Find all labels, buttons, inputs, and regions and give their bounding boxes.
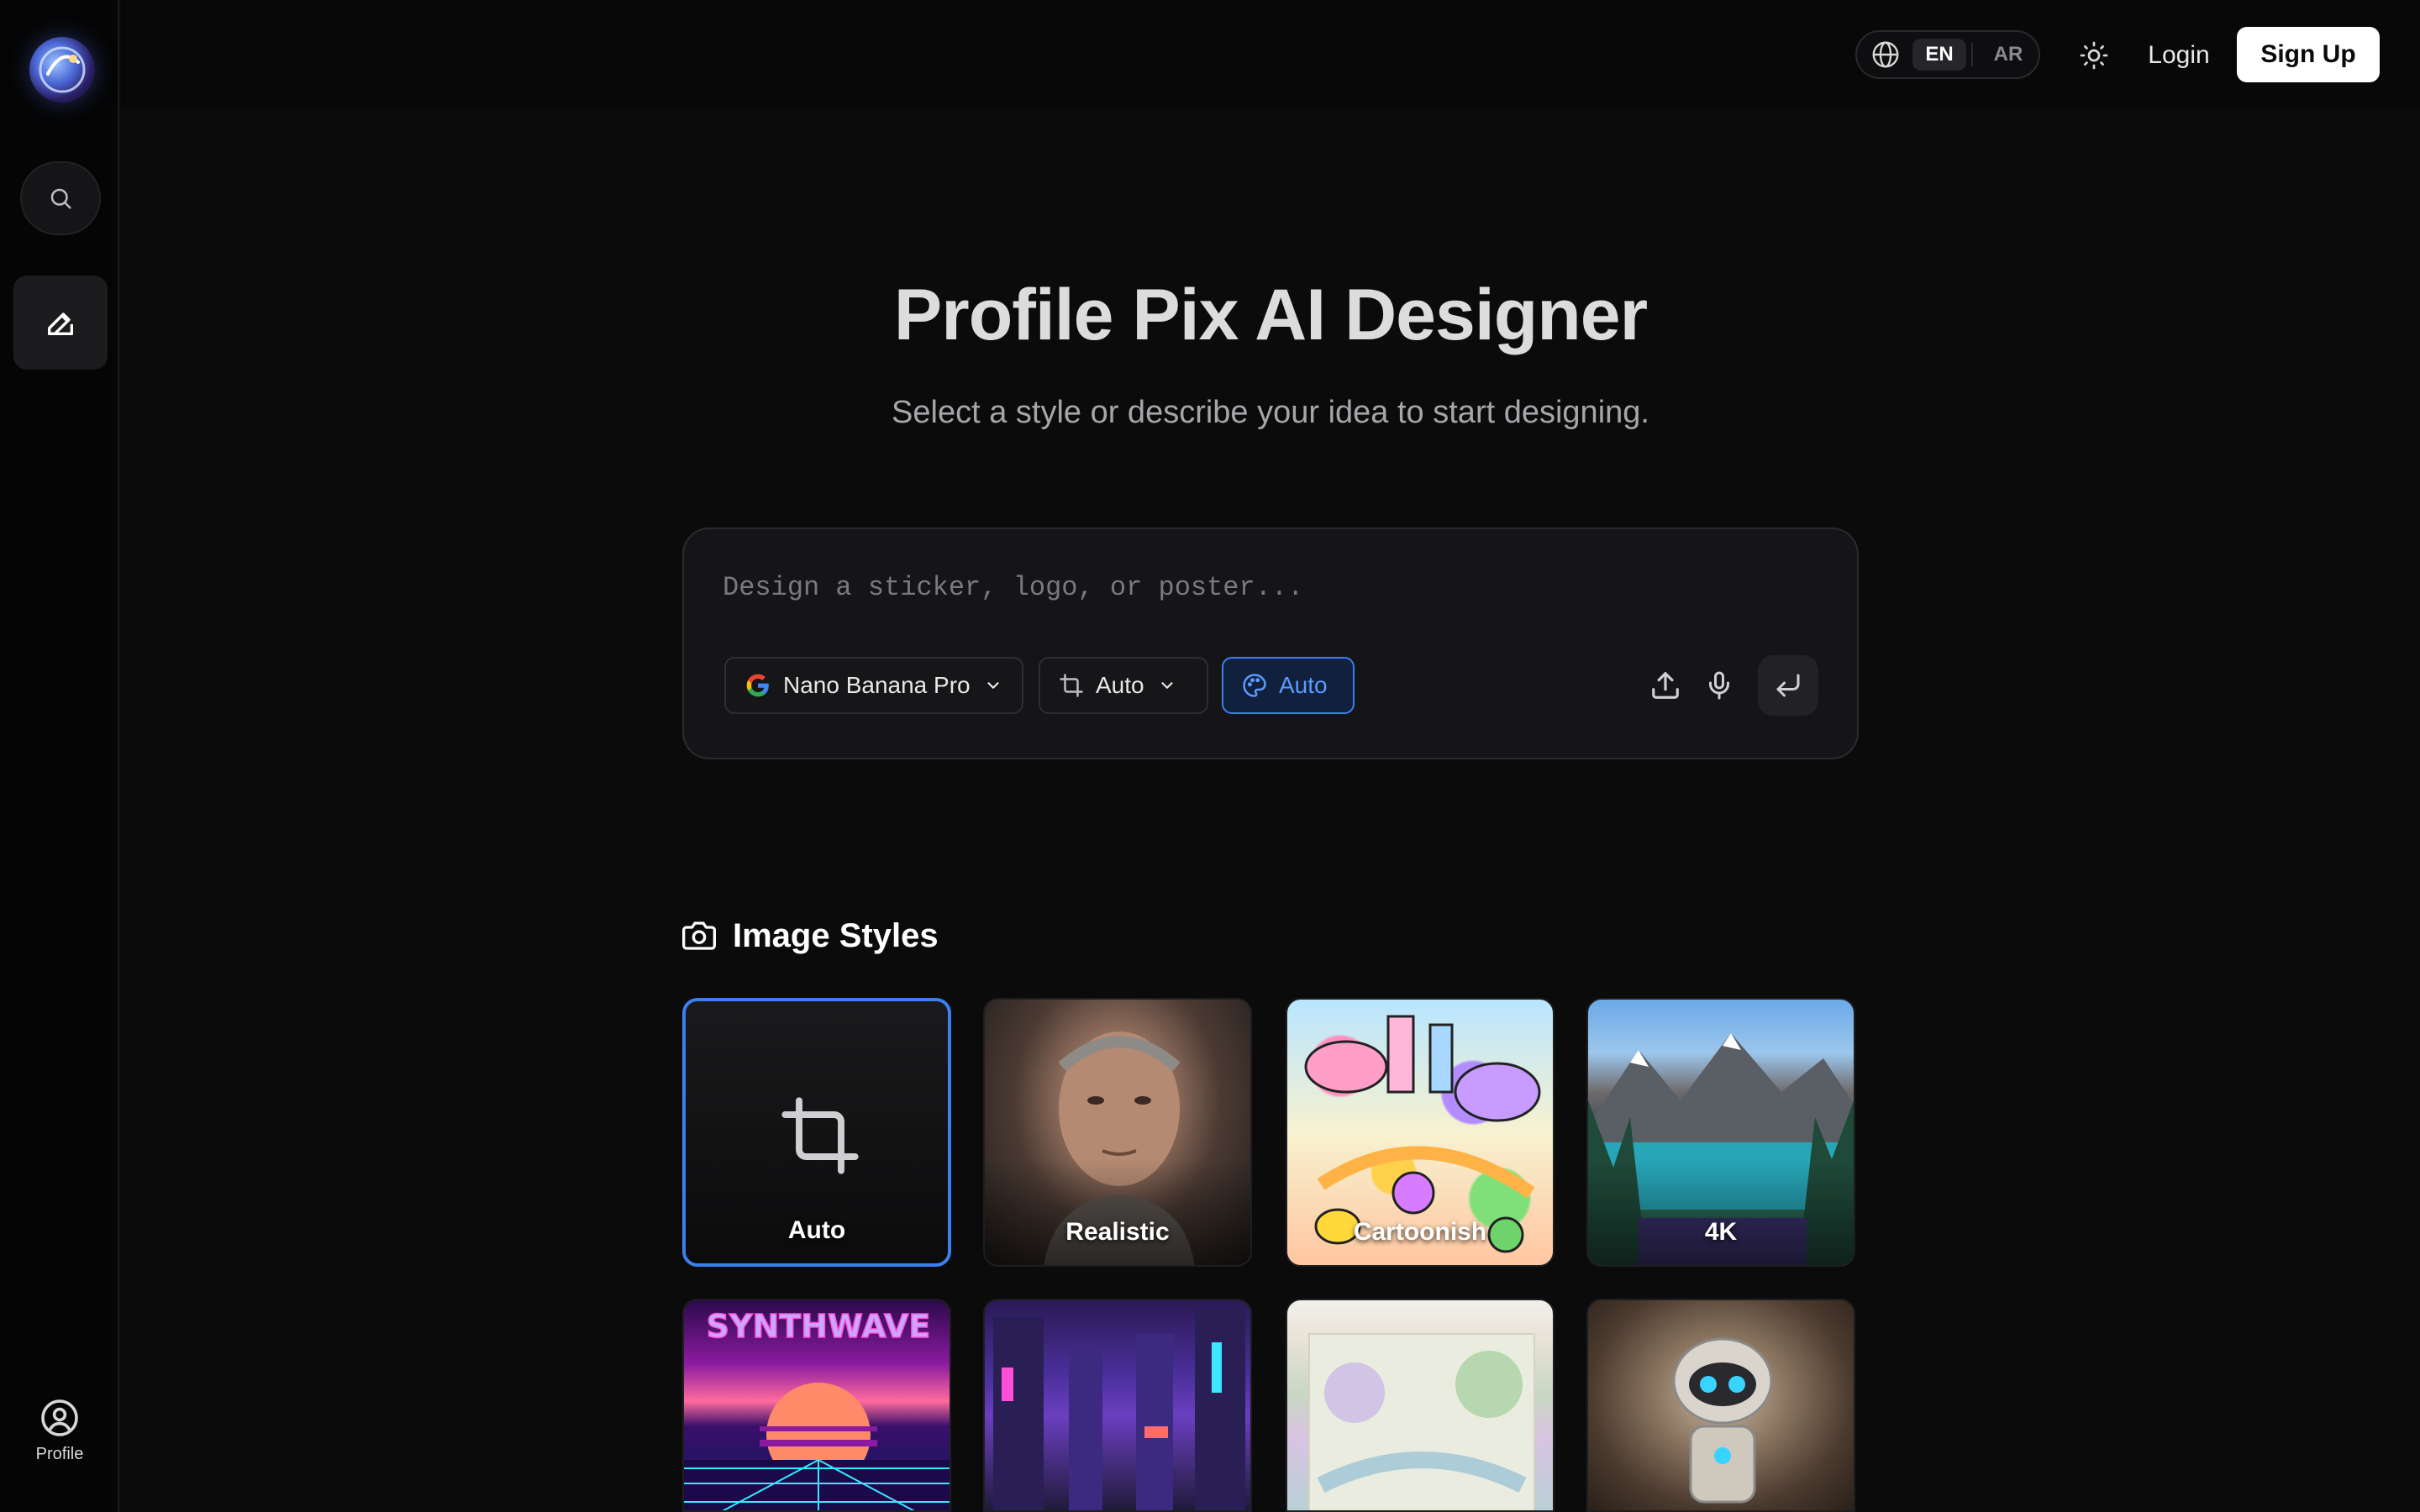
- style-card-auto[interactable]: Auto: [682, 998, 951, 1267]
- lang-option-en[interactable]: EN: [1912, 39, 1966, 71]
- upload-icon: [1652, 672, 1679, 699]
- crop-icon: [781, 1097, 859, 1174]
- sun-icon: [2080, 41, 2108, 70]
- style-card-cyberpunk-city[interactable]: [983, 1299, 1252, 1512]
- lang-divider: [1971, 43, 1973, 66]
- signup-button[interactable]: Sign Up: [2237, 27, 2380, 82]
- style-card-label: Realistic: [1065, 1218, 1170, 1246]
- microphone-icon: [1709, 671, 1729, 700]
- style-select[interactable]: Auto: [1222, 657, 1355, 714]
- model-select[interactable]: Nano Banana Pro: [724, 657, 1023, 714]
- theme-toggle-button[interactable]: [2074, 35, 2114, 76]
- style-card-label: 4K: [1704, 1218, 1738, 1246]
- sidebar-profile-label: Profile: [35, 1445, 84, 1463]
- synthwave-logo-text: SYNTHWAVE: [707, 1308, 931, 1345]
- prompt-input[interactable]: [723, 566, 1815, 608]
- style-card-label: Cartoonish: [1353, 1218, 1487, 1246]
- watercolor-image: [1308, 1333, 1535, 1510]
- globe-icon: [1872, 41, 1899, 68]
- image-styles-header: Image Styles: [682, 912, 939, 959]
- crop-icon: [1060, 674, 1083, 697]
- style-select-label: Auto: [1279, 672, 1328, 698]
- sidebar-search-button[interactable]: [20, 161, 101, 235]
- chevron-down-icon: [1158, 676, 1176, 695]
- synthwave-image: SYNTHWAVE: [684, 1307, 950, 1510]
- style-card-watercolor[interactable]: [1286, 1299, 1555, 1512]
- voice-input-button[interactable]: [1694, 660, 1744, 711]
- submit-button[interactable]: [1758, 655, 1818, 716]
- page-title: Profile Pix AI Designer: [893, 275, 1648, 355]
- aspect-ratio-label: Auto: [1096, 672, 1144, 698]
- city-image: [993, 1309, 1245, 1510]
- palette-icon: [1243, 674, 1266, 697]
- search-icon: [50, 188, 71, 209]
- edit-icon: [48, 312, 74, 335]
- style-card-4k[interactable]: 4K: [1586, 998, 1855, 1267]
- google-icon: [746, 674, 769, 697]
- style-card-cartoonish[interactable]: Cartoonish: [1286, 998, 1555, 1267]
- language-switcher[interactable]: EN AR: [1855, 30, 2040, 79]
- app-logo[interactable]: [29, 37, 95, 102]
- lang-option-ar[interactable]: AR: [1983, 39, 2033, 71]
- sidebar-profile[interactable]: Profile: [12, 1398, 108, 1478]
- style-card-label: Auto: [787, 1216, 846, 1244]
- model-select-label: Nano Banana Pro: [783, 672, 971, 698]
- sidebar-new-design-button[interactable]: [13, 276, 108, 370]
- camera-icon: [682, 921, 716, 950]
- card-shade: [1588, 1158, 1854, 1265]
- page-subtitle: Select a style or describe your idea to …: [892, 395, 1649, 430]
- robot-image: [1672, 1337, 1773, 1504]
- enter-icon: [1776, 674, 1800, 697]
- upload-button[interactable]: [1640, 660, 1691, 711]
- user-circle-icon: [41, 1399, 78, 1436]
- style-card-synthwave[interactable]: SYNTHWAVE: [682, 1299, 951, 1512]
- aspect-ratio-select[interactable]: Auto: [1039, 657, 1208, 714]
- style-card-realistic[interactable]: Realistic: [983, 998, 1252, 1267]
- style-card-3d-robot[interactable]: [1586, 1299, 1855, 1512]
- prompt-composer: Nano Banana Pro Auto Auto: [682, 528, 1859, 759]
- sidebar: Profile: [0, 0, 119, 1512]
- card-shade: [985, 1158, 1250, 1265]
- chevron-down-icon: [984, 676, 1002, 695]
- login-button[interactable]: Login: [2134, 32, 2223, 79]
- section-title: Image Styles: [733, 916, 939, 954]
